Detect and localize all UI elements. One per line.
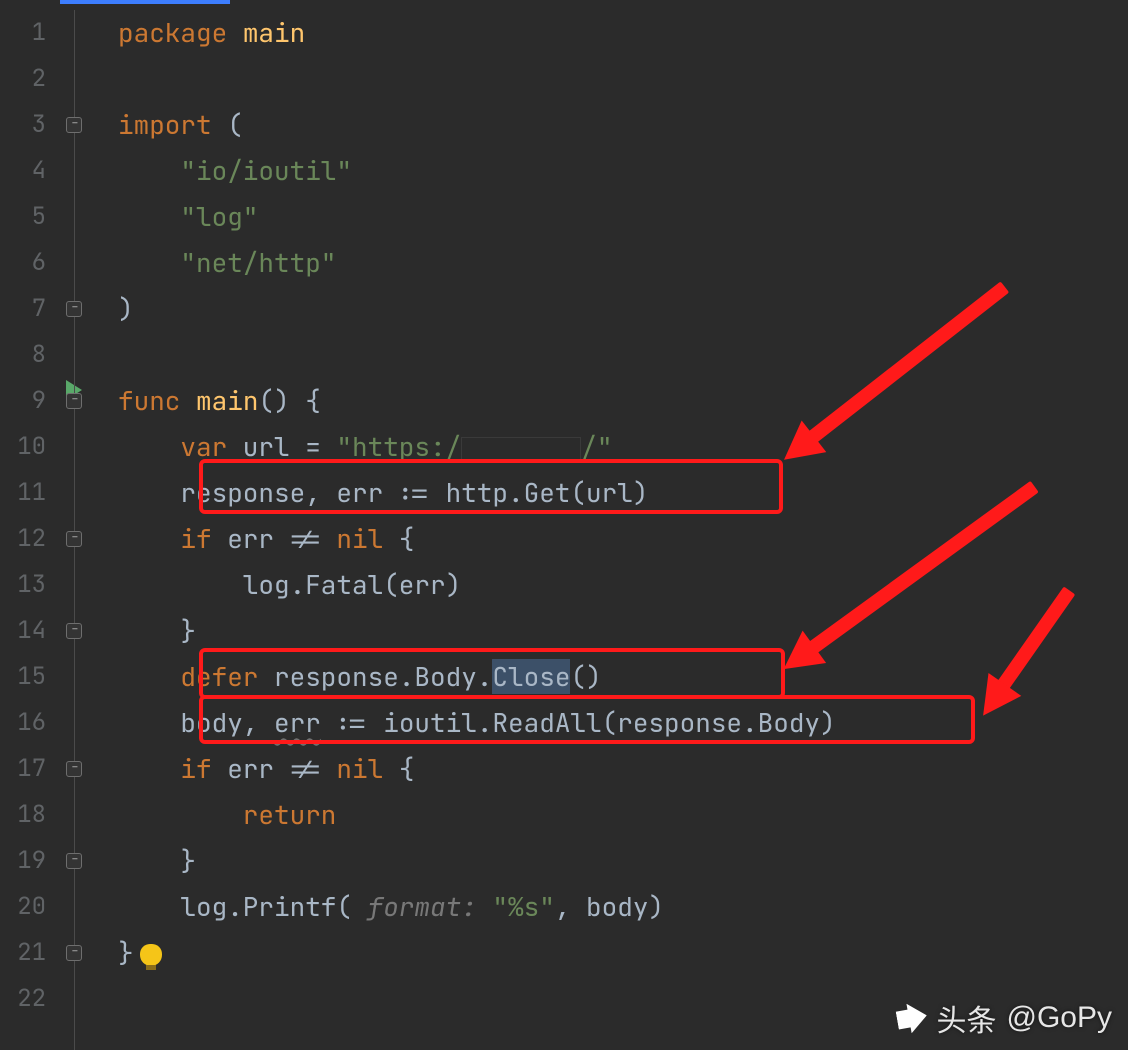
fold-toggle-icon[interactable] — [66, 117, 82, 133]
line-number: 4 — [0, 148, 60, 194]
code-line: } — [118, 838, 1128, 884]
fold-toggle-icon[interactable] — [66, 761, 82, 777]
code-line: "log" — [118, 194, 1128, 240]
line-number: 17 — [0, 746, 60, 792]
intention-bulb-icon[interactable] — [140, 944, 162, 966]
fold-toggle-icon[interactable] — [66, 531, 82, 547]
line-number: 2 — [0, 56, 60, 102]
fold-gutter — [60, 0, 118, 1050]
code-line — [118, 56, 1128, 102]
line-number: 20 — [0, 884, 60, 930]
code-line: defer response.Body.Close() — [118, 654, 1128, 700]
line-number: 9 — [0, 378, 60, 424]
line-number: 1 — [0, 10, 60, 56]
code-line — [118, 332, 1128, 378]
line-number: 11 — [0, 470, 60, 516]
code-line: func main() { — [118, 378, 1128, 424]
line-number: 7 — [0, 286, 60, 332]
code-line: log.Fatal(err) — [118, 562, 1128, 608]
watermark-logo-icon — [894, 1001, 929, 1036]
code-line: } — [118, 930, 1128, 976]
line-number: 15 — [0, 654, 60, 700]
line-number: 21 — [0, 930, 60, 976]
fold-toggle-icon[interactable] — [66, 301, 82, 317]
code-line: "io/ioutil" — [118, 148, 1128, 194]
code-line: import ( — [118, 102, 1128, 148]
line-number: 12 — [0, 516, 60, 562]
code-line: var url = "https://" — [118, 424, 1128, 470]
code-editor[interactable]: 1 2 3 4 5 6 7 8 9 10 11 12 13 14 15 16 1… — [0, 0, 1128, 1050]
line-number: 13 — [0, 562, 60, 608]
code-line: body, err := ioutil.ReadAll(response.Bod… — [118, 700, 1128, 746]
line-number: 10 — [0, 424, 60, 470]
fold-toggle-icon[interactable] — [66, 853, 82, 869]
line-number: 5 — [0, 194, 60, 240]
code-line: } — [118, 608, 1128, 654]
fold-toggle-icon[interactable] — [66, 393, 82, 409]
watermark-handle: @GoPy — [1007, 1001, 1112, 1035]
code-line: log.Printf( format: "%s", body) — [118, 884, 1128, 930]
line-number: 16 — [0, 700, 60, 746]
line-number: 14 — [0, 608, 60, 654]
line-number: 6 — [0, 240, 60, 286]
line-number: 3 — [0, 102, 60, 148]
line-number: 22 — [0, 976, 60, 1022]
line-number: 8 — [0, 332, 60, 378]
code-line: if err != nil { — [118, 516, 1128, 562]
code-line: package main — [118, 10, 1128, 56]
redacted-segment — [461, 437, 581, 461]
code-line: "net/http" — [118, 240, 1128, 286]
fold-toggle-icon[interactable] — [66, 945, 82, 961]
watermark-prefix: 头条 — [937, 996, 997, 1040]
watermark: 头条 @GoPy — [897, 996, 1112, 1040]
line-number-gutter: 1 2 3 4 5 6 7 8 9 10 11 12 13 14 15 16 1… — [0, 0, 60, 1050]
code-line: response, err := http.Get(url) — [118, 470, 1128, 516]
code-area[interactable]: package main import ( "io/ioutil" "log" … — [118, 0, 1128, 1050]
line-number: 18 — [0, 792, 60, 838]
fold-toggle-icon[interactable] — [66, 623, 82, 639]
code-line: return — [118, 792, 1128, 838]
code-line: ) — [118, 286, 1128, 332]
line-number: 19 — [0, 838, 60, 884]
code-line: if err != nil { — [118, 746, 1128, 792]
